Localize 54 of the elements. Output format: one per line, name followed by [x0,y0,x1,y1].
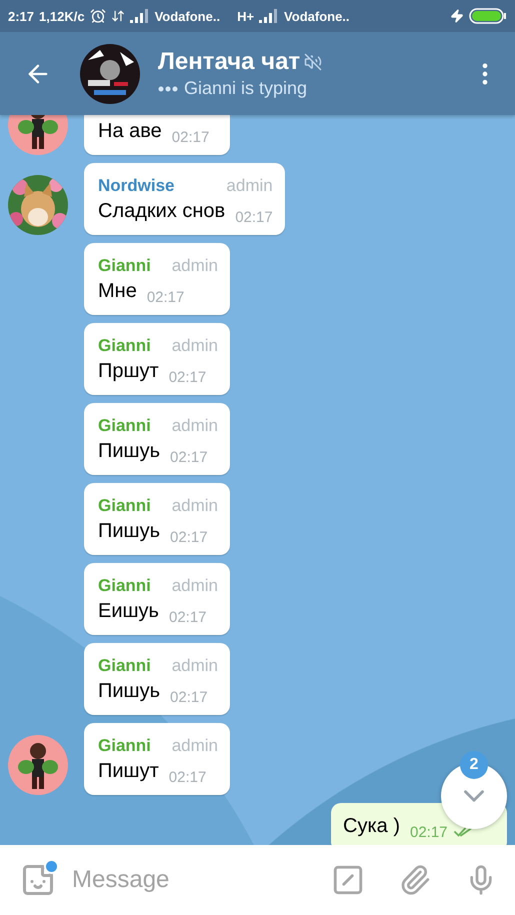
typing-status: Gianni is typing [184,78,308,99]
sender-name: Gianni [98,576,151,596]
role-label: admin [172,576,218,596]
sender-name: Gianni [98,256,151,276]
message-time: 02:17 [172,129,210,146]
data-transfer-icon [110,9,125,23]
signal-icon [259,9,280,23]
message-text: Пишуь [98,440,160,463]
sender-name: Gianni [98,736,151,756]
role-label: admin [226,176,273,196]
message-time: 02:17 [410,824,448,841]
message-text: Сладких снов [98,200,226,223]
message-text: Сука ) [343,815,400,838]
message-text: Пишуь [98,520,160,543]
message-time: 02:17 [146,289,184,306]
battery-icon [469,8,507,24]
role-label: admin [172,256,218,276]
network-type: H+ [237,8,254,24]
sticker-icon [20,862,56,898]
sender-name: Gianni [98,656,151,676]
message-time: 02:17 [170,689,208,706]
role-label: admin [172,496,218,516]
message-time: 02:17 [170,449,208,466]
message-text: Пршут [98,360,159,383]
message-text: Еишуь [98,600,159,623]
message-text: Пишуь [98,680,160,703]
chat-title[interactable]: Лентача чат [158,48,300,76]
sender-name: Gianni [98,416,151,436]
paperclip-icon [399,864,431,896]
alarm-icon [90,8,106,24]
network-speed: 1,12K/с [39,8,85,24]
signal-icon [130,9,150,23]
message-text: На аве [98,120,162,143]
carrier-name: Vodafone.. [154,8,220,24]
carrier-name: Vodafone.. [284,8,350,24]
role-label: admin [172,656,218,676]
role-label: admin [172,336,218,356]
message-time: 02:17 [235,209,273,226]
role-label: admin [172,736,218,756]
message-time: 02:17 [168,369,206,386]
sticker-button[interactable] [20,862,56,898]
bot-command-icon[interactable] [331,863,365,897]
message-time: 02:17 [168,769,206,786]
sender-name: Gianni [98,496,151,516]
attach-button[interactable] [399,864,431,896]
message-time: 02:17 [170,529,208,546]
sender-name: Gianni [98,336,151,356]
message-text: Пишут [98,760,159,783]
clock-time: 2:17 [8,8,34,24]
message-time: 02:17 [168,609,207,626]
message-text: Мне [98,280,137,303]
typing-dots-icon [158,86,178,92]
role-label: admin [172,416,218,436]
sender-name: Nordwise [98,176,175,196]
